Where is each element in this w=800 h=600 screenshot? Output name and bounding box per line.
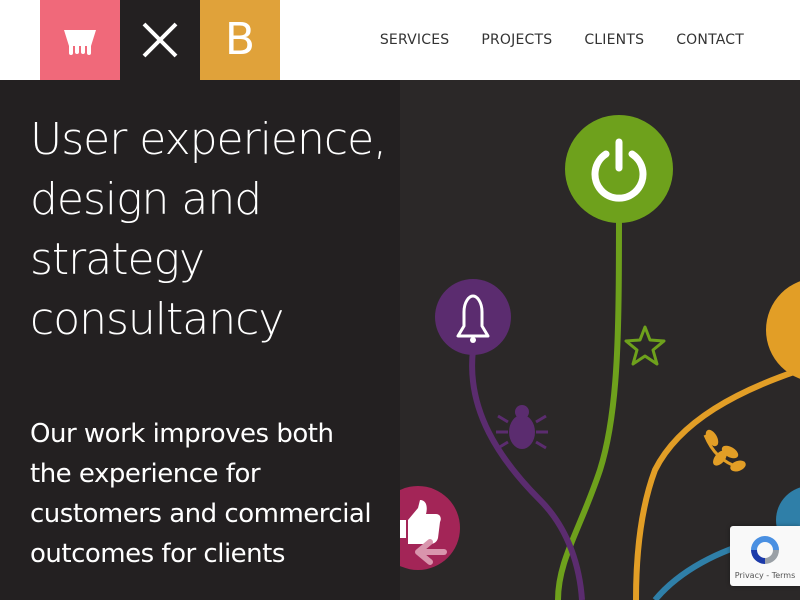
leaf-icon — [703, 429, 746, 472]
power-icon — [565, 115, 673, 223]
hero-text-panel: User experience, design and strategy con… — [0, 80, 400, 600]
main-nav: SERVICES PROJECTS CLIENTS CONTACT — [380, 0, 744, 80]
star-icon — [624, 325, 666, 366]
logo-x-icon[interactable] — [120, 0, 200, 80]
hero-illustration — [400, 80, 800, 600]
recaptcha-badge[interactable]: Privacy - Terms — [730, 526, 800, 586]
nav-services[interactable]: SERVICES — [380, 32, 450, 48]
site-header: B SERVICES PROJECTS CLIENTS CONTACT — [0, 0, 800, 80]
bug-icon — [496, 405, 548, 450]
orange-circle — [766, 281, 800, 379]
nav-contact[interactable]: CONTACT — [676, 32, 744, 48]
recaptcha-icon — [751, 536, 779, 564]
logo-letter: B — [224, 14, 256, 65]
hero-subtitle: Our work improves both the experience fo… — [30, 419, 372, 569]
nav-projects[interactable]: PROJECTS — [481, 32, 552, 48]
thumbs-up-icon — [400, 486, 460, 570]
logo-ux-icon[interactable] — [40, 0, 120, 80]
hero-title: User experience, design and strategy con… — [30, 114, 387, 345]
recaptcha-links[interactable]: Privacy - Terms — [730, 571, 800, 580]
hero-illustration-svg — [400, 115, 800, 600]
nav-clients[interactable]: CLIENTS — [584, 32, 644, 48]
bell-icon — [435, 279, 511, 355]
logo-b[interactable]: B — [200, 0, 280, 80]
